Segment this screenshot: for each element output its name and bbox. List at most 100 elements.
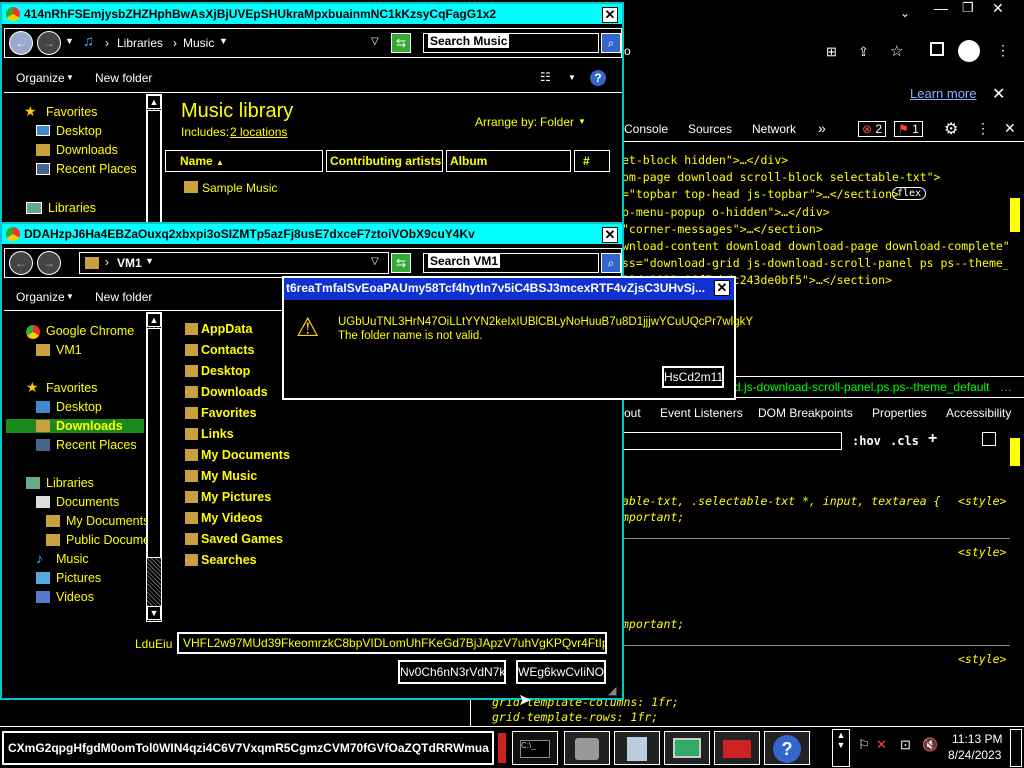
css-rule-line[interactable]: mportant; — [622, 617, 684, 631]
breadcrumb-libraries[interactable]: Libraries — [117, 36, 163, 50]
forward-button[interactable]: → — [37, 31, 61, 55]
breadcrumb-path[interactable]: d.js-download-scroll-panel.ps.ps--theme_… — [734, 380, 989, 394]
tab-properties[interactable]: Properties — [872, 406, 927, 420]
star-icon[interactable]: ☆ — [890, 42, 903, 60]
flag-icon[interactable]: ⚐ — [858, 737, 870, 753]
style-source-link[interactable]: <style> — [958, 652, 1006, 666]
sidebar-toggle-icon[interactable] — [982, 432, 996, 446]
breadcrumb-chevron[interactable]: › — [173, 36, 177, 50]
share-icon[interactable]: ⇪ — [858, 44, 869, 60]
error-badge[interactable]: ⊗ 2 — [858, 121, 887, 137]
flex-badge[interactable]: flex — [892, 187, 927, 200]
clock-time[interactable]: 11:13 PM — [952, 732, 1002, 746]
css-rule-line[interactable]: mportant; — [622, 510, 684, 524]
column-artists[interactable]: Contributing artists — [326, 150, 443, 172]
code-line[interactable]: om-page download scroll-block selectable… — [622, 170, 1008, 184]
resize-grip-icon[interactable]: ◢ — [608, 684, 616, 697]
nav-desktop[interactable]: Desktop — [56, 124, 102, 138]
tray-scroll[interactable]: ▲ ▼ — [832, 729, 850, 767]
code-line[interactable]: ="topbar top-head js-topbar">…</section> — [622, 187, 1008, 201]
file-item[interactable]: My Documents — [201, 448, 290, 462]
file-item[interactable]: Downloads — [201, 385, 268, 399]
settings-icon[interactable]: ⚙ — [944, 119, 958, 139]
restore-icon[interactable]: ❐ — [962, 0, 974, 16]
chevron-down-icon[interactable]: ▼ — [65, 36, 74, 46]
close-button[interactable]: ✕ — [714, 280, 730, 296]
help-icon[interactable]: ? — [590, 70, 606, 86]
menu-icon[interactable]: ⋮ — [996, 42, 1010, 59]
tab-console[interactable]: Console — [624, 122, 668, 136]
file-item[interactable]: My Videos — [201, 511, 263, 525]
breadcrumb-more[interactable]: … — [1000, 380, 1012, 394]
nav-downloads[interactable]: Downloads — [56, 143, 118, 157]
chevron-down-icon[interactable]: ▼ — [66, 292, 74, 301]
refresh-button[interactable]: ⇆ — [391, 253, 411, 273]
new-folder-button[interactable]: New folder — [95, 71, 152, 85]
breadcrumb-vm1[interactable]: VM1 — [117, 256, 142, 270]
nav-favorites[interactable]: Favorites — [46, 105, 97, 119]
arrange-by-dropdown[interactable]: Folder — [540, 115, 574, 129]
action-button-1[interactable]: Nv0Ch6nN3rVdN7kC — [398, 660, 506, 684]
code-line[interactable]: et-block hidden">…</div> — [622, 153, 1008, 167]
scroll-down-button[interactable]: ▼ — [147, 606, 161, 620]
css-rule-line[interactable]: grid-template-rows: 1fr; — [492, 710, 658, 724]
nav-item[interactable]: Public Documents — [66, 533, 146, 547]
more-tabs-icon[interactable]: » — [818, 120, 826, 136]
warning-badge[interactable]: ⚑ 1 — [894, 121, 923, 137]
close-button[interactable]: ✕ — [602, 227, 618, 243]
forward-button[interactable]: → — [37, 251, 61, 275]
cmd-icon[interactable]: C:\_ — [512, 731, 558, 765]
locations-link[interactable]: 2 locations — [230, 125, 287, 139]
refresh-button[interactable]: ⇆ — [391, 33, 411, 53]
file-item[interactable]: Saved Games — [201, 532, 283, 546]
search-icon[interactable]: ⌕ — [601, 253, 621, 273]
breadcrumb-chevron[interactable]: › — [105, 255, 109, 269]
nav-item[interactable]: Google Chrome — [46, 324, 134, 338]
tab-event-listeners[interactable]: Event Listeners — [660, 406, 743, 420]
nav-recent-places[interactable]: Recent Places — [56, 162, 137, 176]
folder-name-input[interactable]: VHFL2w97MUd39FkeomrzkC8bpVIDLomUhFKeGd7B… — [177, 632, 607, 654]
close-icon[interactable]: ✕ — [992, 84, 1005, 104]
file-item[interactable]: My Music — [201, 469, 257, 483]
code-line[interactable]: p-menu-popup o-hidden">…</div> — [622, 205, 1008, 219]
new-rule-button[interactable]: + — [928, 430, 937, 448]
tab-dom-breakpoints[interactable]: DOM Breakpoints — [758, 406, 853, 420]
menu-icon[interactable]: ⋮ — [976, 120, 990, 137]
volume-icon[interactable]: 🔇 — [922, 737, 938, 753]
chevron-down-icon[interactable]: ▼ — [219, 36, 228, 46]
back-button[interactable]: ← — [9, 31, 33, 55]
close-icon[interactable]: ✕ — [1004, 120, 1016, 137]
chevron-down-icon[interactable]: ▽ — [371, 256, 379, 267]
calculator-icon[interactable] — [614, 731, 660, 765]
tab-layout[interactable]: out — [624, 406, 641, 420]
security-icon[interactable]: ✕ — [876, 737, 887, 753]
nav-item[interactable]: VM1 — [56, 343, 82, 357]
file-item[interactable]: Links — [201, 427, 234, 441]
file-item[interactable]: Contacts — [201, 343, 254, 357]
close-button[interactable]: ✕ — [602, 7, 618, 23]
file-sample-music[interactable]: Sample Music — [202, 181, 277, 195]
scroll-thumb[interactable] — [147, 110, 161, 224]
nav-libraries[interactable]: Libraries — [48, 201, 96, 215]
nav-item[interactable]: Downloads — [6, 419, 144, 433]
toolbox-icon[interactable] — [714, 731, 760, 765]
code-line[interactable]: "corner-messages">…</section> — [622, 222, 1008, 236]
tab-network[interactable]: Network — [752, 122, 796, 136]
code-line[interactable]: ss="download-grid js-download-scroll-pan… — [622, 256, 1008, 270]
learn-more-link[interactable]: Learn more — [910, 86, 976, 101]
chevron-down-icon[interactable]: ▼ — [145, 256, 154, 266]
chevron-down-icon[interactable]: ▼ — [66, 73, 74, 82]
column-album[interactable]: Album — [446, 150, 571, 172]
search-input[interactable]: Search VM1 — [423, 253, 599, 273]
show-desktop-button[interactable] — [1010, 729, 1022, 767]
organize-menu[interactable]: Organize — [16, 71, 65, 85]
file-item[interactable]: Searches — [201, 553, 257, 567]
tab-sources[interactable]: Sources — [688, 122, 732, 136]
network-icon[interactable]: ⊡ — [900, 737, 911, 753]
backup-icon[interactable] — [564, 731, 610, 765]
monitor-icon[interactable] — [664, 731, 710, 765]
chevron-down-icon[interactable]: ⌄ — [900, 6, 910, 20]
scroll-thumb[interactable] — [147, 328, 161, 558]
minimize-icon[interactable]: — — [934, 0, 948, 16]
code-line[interactable]: wnload-content download download-page do… — [622, 239, 1008, 253]
